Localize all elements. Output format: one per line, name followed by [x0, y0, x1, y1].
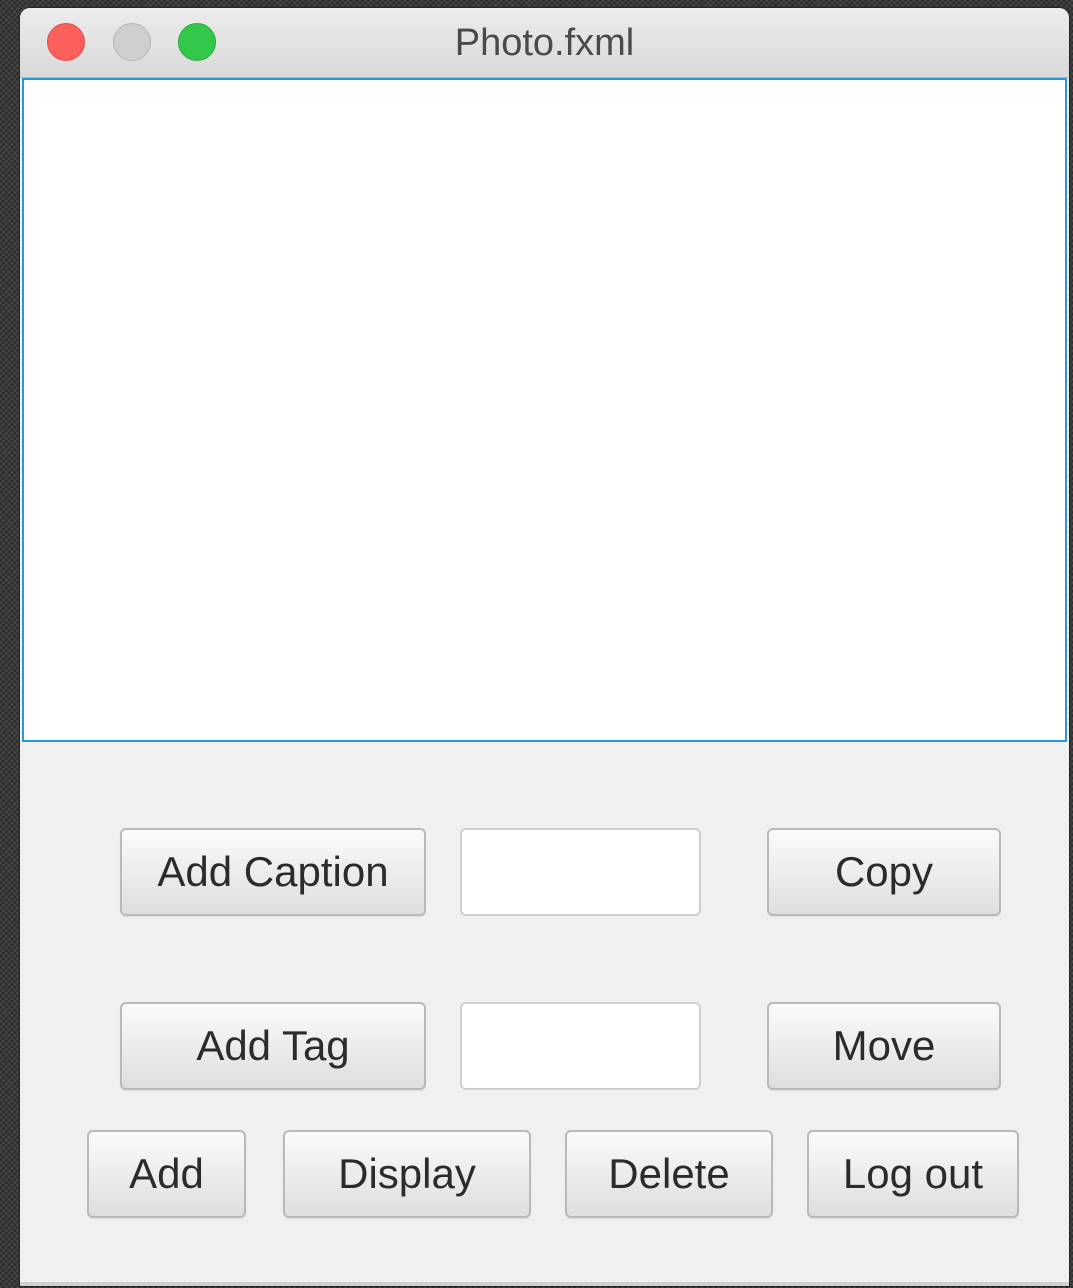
delete-button[interactable]: Delete	[565, 1130, 773, 1218]
photo-window: Photo.fxml Add Caption Copy Add Tag Move…	[20, 8, 1069, 1286]
add-caption-button[interactable]: Add Caption	[120, 828, 426, 916]
move-button[interactable]: Move	[767, 1002, 1001, 1090]
display-button[interactable]: Display	[283, 1130, 531, 1218]
window-bottom-edge	[20, 1282, 1069, 1286]
add-tag-button[interactable]: Add Tag	[120, 1002, 426, 1090]
title-bar[interactable]: Photo.fxml	[20, 8, 1069, 78]
window-title: Photo.fxml	[454, 22, 635, 64]
log-out-button[interactable]: Log out	[807, 1130, 1019, 1218]
caption-input[interactable]	[460, 828, 701, 916]
copy-button[interactable]: Copy	[767, 828, 1001, 916]
tag-input[interactable]	[460, 1002, 701, 1090]
add-button[interactable]: Add	[87, 1130, 246, 1218]
photo-view-area[interactable]	[22, 78, 1067, 742]
